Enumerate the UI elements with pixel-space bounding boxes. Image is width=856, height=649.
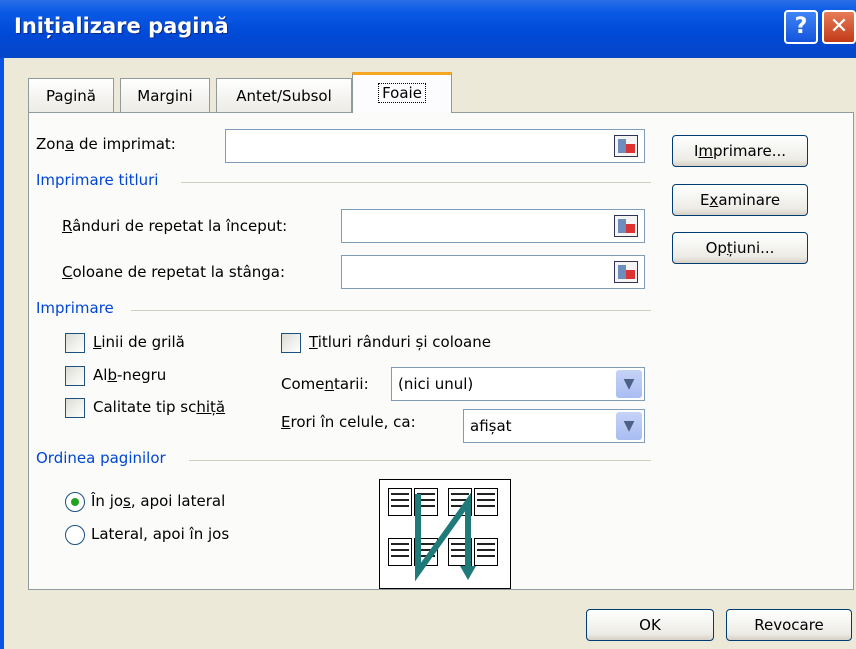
- range-selector-icon[interactable]: [614, 261, 638, 283]
- black-and-white-label[interactable]: Alb-negru: [93, 366, 166, 384]
- rows-to-repeat-input[interactable]: [341, 209, 645, 243]
- title-bar[interactable]: Inițializare pagină ? ✕: [0, 0, 856, 58]
- tab-header-footer[interactable]: Antet/Subsol: [216, 78, 352, 112]
- over-then-down-radio[interactable]: [65, 525, 85, 545]
- help-button[interactable]: ?: [784, 10, 818, 44]
- print-area-label: Zona de imprimat:: [36, 135, 176, 153]
- range-selector-icon[interactable]: [614, 135, 638, 157]
- row-column-headings-checkbox[interactable]: [281, 333, 301, 353]
- gridlines-checkbox[interactable]: [65, 333, 85, 353]
- rows-to-repeat-label: Rânduri de repetat la început:: [62, 217, 288, 235]
- gridlines-label[interactable]: Linii de grilă: [93, 333, 185, 351]
- chevron-down-icon[interactable]: ▼: [616, 370, 642, 398]
- draft-quality-label[interactable]: Calitate tip schiță: [93, 398, 225, 416]
- window-title: Inițializare pagină: [14, 14, 229, 38]
- comments-value: (nici unul): [398, 375, 474, 393]
- chevron-down-icon[interactable]: ▼: [616, 412, 642, 440]
- tab-sheet[interactable]: Foaie: [352, 72, 452, 113]
- tab-margins-label: Margini: [137, 87, 193, 105]
- window-frame: [0, 58, 4, 649]
- columns-to-repeat-input[interactable]: [341, 255, 645, 289]
- divider: [131, 310, 651, 311]
- range-selector-icon[interactable]: [614, 215, 638, 237]
- black-and-white-checkbox[interactable]: [65, 366, 85, 386]
- tab-page-label: Pagină: [46, 87, 96, 105]
- tab-page[interactable]: Pagină: [28, 78, 114, 112]
- print-group-label: Imprimare: [36, 299, 114, 317]
- print-titles-group-label: Imprimare titluri: [36, 171, 159, 189]
- cell-errors-select[interactable]: afișat ▼: [463, 409, 645, 443]
- cancel-button[interactable]: Revocare: [726, 609, 852, 641]
- close-button[interactable]: ✕: [822, 10, 856, 44]
- divider: [181, 182, 651, 183]
- print-preview-button[interactable]: Examinare: [672, 184, 808, 216]
- page-order-diagram-icon: [379, 479, 511, 589]
- columns-to-repeat-label: Coloane de repetat la stânga:: [62, 263, 286, 281]
- tab-margins[interactable]: Margini: [120, 78, 210, 112]
- options-button[interactable]: Opțiuni...: [672, 232, 808, 264]
- page-order-group-label: Ordinea paginilor: [36, 449, 166, 467]
- over-then-down-label[interactable]: Lateral, apoi în jos: [91, 525, 229, 543]
- comments-select[interactable]: (nici unul) ▼: [391, 367, 645, 401]
- comments-label: Comentarii:: [281, 375, 369, 393]
- tab-header-footer-label: Antet/Subsol: [236, 87, 332, 105]
- ok-button[interactable]: OK: [586, 609, 714, 641]
- down-then-over-radio[interactable]: [65, 492, 85, 512]
- divider: [189, 460, 651, 461]
- draft-quality-checkbox[interactable]: [65, 398, 85, 418]
- print-button[interactable]: Imprimare...: [672, 135, 808, 167]
- arrow-path-icon: [415, 492, 476, 582]
- page-setup-dialog: Inițializare pagină ? ✕ Pagină Margini A…: [0, 0, 856, 649]
- tab-sheet-label: Foaie: [378, 83, 426, 103]
- cell-errors-label: Erori în celule, ca:: [281, 413, 416, 431]
- print-area-input[interactable]: [225, 129, 645, 163]
- row-column-headings-label[interactable]: Titluri rânduri și coloane: [309, 333, 491, 351]
- down-then-over-label[interactable]: În jos, apoi lateral: [91, 492, 225, 510]
- cell-errors-value: afișat: [470, 417, 512, 435]
